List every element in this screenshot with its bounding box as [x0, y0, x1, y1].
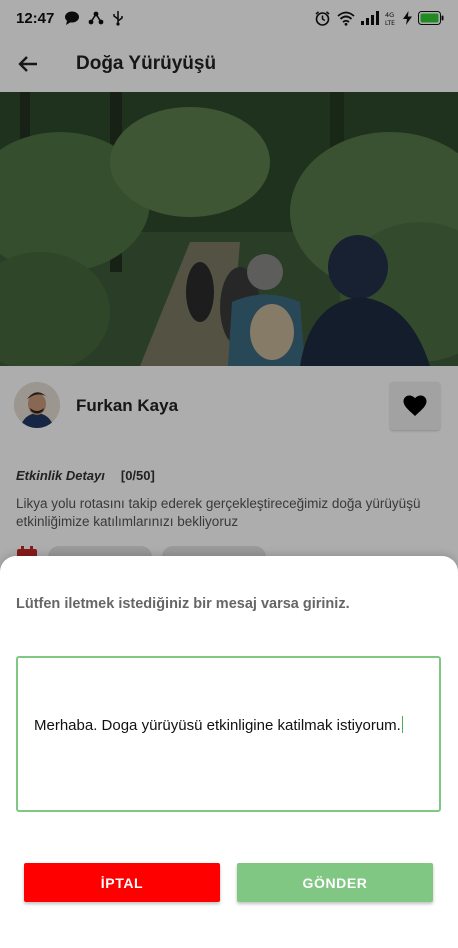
send-button[interactable]: GÖNDER	[237, 863, 433, 902]
message-input[interactable]: Merhaba. Doga yürüyüsü etkinligine katil…	[16, 656, 441, 812]
text-cursor	[401, 716, 404, 733]
nav-bar-area	[0, 940, 458, 948]
cancel-button[interactable]: İPTAL	[24, 863, 220, 902]
message-prompt: Lütfen iletmek istediğiniz bir mesaj var…	[16, 596, 350, 612]
message-value: Merhaba. Doga yürüyüsü etkinligine katil…	[34, 717, 401, 734]
message-text: Merhaba. Doga yürüyüsü etkinligine katil…	[34, 716, 424, 736]
join-request-sheet: Lütfen iletmek istediğiniz bir mesaj var…	[0, 556, 458, 948]
